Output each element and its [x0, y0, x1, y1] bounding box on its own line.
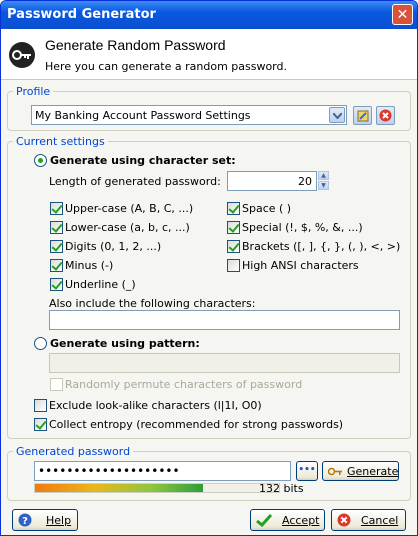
save-edit-icon — [357, 110, 369, 122]
lowercase-label: Lower-case (a, b, c, ...) — [65, 221, 190, 234]
uppercase-label: Upper-case (A, B, C, ...) — [65, 202, 194, 215]
show-dots-icon: ••• — [298, 465, 316, 475]
cancel-label: Cancel — [361, 514, 399, 527]
cancel-icon — [337, 513, 351, 527]
toggle-password-visibility-button[interactable]: ••• — [296, 461, 318, 481]
help-button[interactable]: ? Help — [12, 509, 78, 531]
permute-label: Randomly permute characters of password — [65, 378, 303, 391]
help-icon: ? — [18, 513, 32, 527]
minus-checkbox[interactable] — [50, 259, 63, 272]
close-icon: ✕ — [396, 7, 409, 23]
high-ansi-checkbox[interactable] — [227, 259, 240, 272]
key-icon — [9, 42, 35, 68]
title-bar[interactable]: Password Generator ✕ — [1, 1, 417, 29]
digits-label: Digits (0, 1, 2, ...) — [65, 240, 162, 253]
generated-password-field[interactable]: •••••••••••••••••••• — [34, 461, 291, 481]
window-title: Password Generator — [7, 7, 156, 22]
password-quality-fill — [35, 484, 203, 492]
close-button[interactable]: ✕ — [392, 4, 413, 25]
high-ansi-label: High ANSI characters — [242, 259, 359, 272]
header-banner: Generate Random Password Here you can ge… — [1, 29, 417, 80]
brackets-checkbox[interactable] — [227, 240, 240, 253]
length-spin-up[interactable]: ▲ — [318, 171, 329, 180]
check-icon — [256, 513, 272, 527]
exclude-lookalike-label: Exclude look-alike characters (l|1I, O0) — [49, 399, 262, 412]
charset-label: Generate using character set: — [50, 154, 236, 167]
digits-checkbox[interactable] — [50, 240, 63, 253]
chevron-down-icon — [333, 113, 342, 119]
generate-button[interactable]: Generate — [322, 461, 399, 481]
banner-heading: Generate Random Password — [45, 37, 226, 53]
also-include-input[interactable] — [49, 310, 400, 330]
lowercase-checkbox[interactable] — [50, 221, 63, 234]
cancel-button[interactable]: Cancel — [331, 509, 406, 531]
uppercase-checkbox[interactable] — [50, 202, 63, 215]
length-value: 20 — [298, 175, 312, 188]
special-checkbox[interactable] — [227, 221, 240, 234]
also-include-label: Also include the following characters: — [49, 297, 256, 310]
brackets-label: Brackets ([, ], {, }, (, ), <, >) — [242, 240, 401, 253]
password-generator-window: Password Generator ✕ Generate Random Pas… — [0, 0, 418, 536]
svg-text:?: ? — [22, 516, 28, 527]
collect-entropy-label: Collect entropy (recommended for strong … — [49, 418, 344, 431]
pattern-label: Generate using pattern: — [50, 337, 200, 350]
password-quality-bits: 132 bits — [259, 482, 304, 495]
key-small-icon — [328, 467, 342, 476]
help-label: Help — [46, 514, 72, 527]
underline-checkbox[interactable] — [50, 278, 63, 291]
special-label: Special (!, $, %, &, ...) — [242, 221, 363, 234]
profile-dropdown-button[interactable] — [329, 107, 345, 123]
current-settings-legend: Current settings — [16, 135, 105, 148]
length-spin-down[interactable]: ▼ — [318, 181, 329, 190]
banner-subtitle: Here you can generate a random password. — [45, 60, 287, 73]
space-label: Space ( ) — [242, 202, 292, 215]
permute-checkbox[interactable] — [50, 378, 63, 391]
length-label: Length of generated password: — [49, 175, 221, 188]
minus-label: Minus (-) — [65, 259, 114, 272]
accept-label: Accept — [282, 514, 320, 527]
profile-legend: Profile — [16, 85, 51, 98]
generated-password-value: •••••••••••••••••••• — [38, 464, 180, 478]
length-input[interactable]: 20 — [227, 171, 317, 191]
accept-button[interactable]: Accept — [250, 509, 325, 531]
charset-radio[interactable] — [34, 154, 47, 167]
exclude-lookalike-checkbox[interactable] — [34, 399, 47, 412]
profile-select[interactable]: My Banking Account Password Settings — [31, 105, 347, 125]
save-profile-button[interactable] — [353, 106, 372, 125]
generated-password-legend: Generated password — [16, 445, 131, 458]
pattern-input[interactable] — [49, 353, 400, 373]
generate-label: Generate — [347, 465, 399, 478]
profile-select-value: My Banking Account Password Settings — [35, 109, 251, 122]
underline-label: Underline (_) — [65, 278, 136, 291]
delete-icon — [379, 109, 392, 122]
collect-entropy-checkbox[interactable] — [34, 418, 47, 431]
password-quality-bar — [34, 483, 280, 493]
delete-profile-button[interactable] — [376, 106, 395, 125]
pattern-radio[interactable] — [34, 337, 47, 350]
space-checkbox[interactable] — [227, 202, 240, 215]
